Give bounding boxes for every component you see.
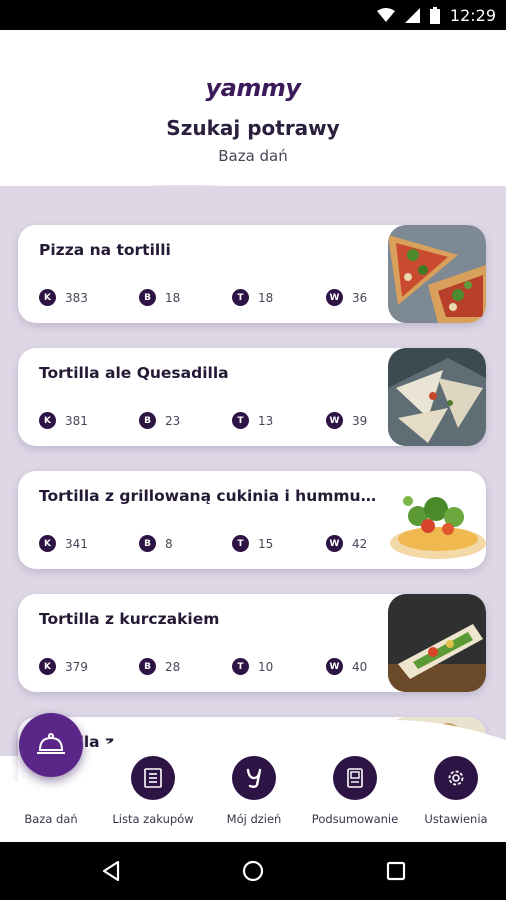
protein-badge: B: [139, 289, 156, 306]
nav-label-baza-dan: Baza dań: [24, 812, 78, 826]
fat-badge: T: [232, 289, 249, 306]
calories-badge: K: [39, 412, 56, 429]
fat-badge: T: [232, 412, 249, 429]
calories-value: 379: [65, 659, 88, 674]
carbs-badge: W: [326, 658, 343, 675]
carbs-value: 39: [352, 413, 368, 428]
protein-value: 8: [165, 536, 173, 551]
recipe-card[interactable]: Tortilla ale Quesadilla K 381 B 23 T 13 W 39: [18, 348, 486, 446]
protein-stat: B8: [139, 535, 173, 552]
recipe-name: Tortilla z grillowaną cukinia i hummus..…: [39, 487, 379, 505]
carbs-stat: W 42: [326, 535, 367, 552]
calories-stat: K 381: [39, 412, 88, 429]
protein-stat: B 28: [139, 658, 180, 675]
carbs-badge: W: [326, 535, 343, 552]
yammy-icon: [246, 768, 262, 788]
carbs-value: 36: [352, 290, 368, 305]
nav-label-ustawienia: Ustawienia: [424, 812, 488, 826]
page-title: Szukaj potrawy: [166, 116, 340, 140]
calories-value: 381: [65, 413, 88, 428]
page-header: yammy Szukaj potrawy Baza dań: [0, 30, 506, 195]
battery-icon: [429, 6, 440, 24]
protein-stat: B 18: [139, 289, 180, 306]
recipe-photo: [388, 225, 486, 323]
calories-badge: K: [39, 535, 56, 552]
fat-badge: T: [232, 658, 249, 675]
page-subtitle: Baza dań: [218, 147, 288, 165]
calories-badge: K: [39, 658, 56, 675]
carbs-stat: W 39: [326, 412, 367, 429]
carbs-badge: W: [326, 289, 343, 306]
fat-stat: T 15: [232, 535, 273, 552]
recents-icon[interactable]: [385, 860, 407, 882]
nav-circle: [232, 756, 276, 800]
nav-circle: [333, 756, 377, 800]
recipe-macros: K 379 B 28 T 10 W 40: [39, 658, 389, 678]
nav-label-moj-dzien: Mój dzień: [226, 812, 282, 826]
carbs-value: 42: [352, 536, 368, 551]
back-icon[interactable]: [100, 860, 122, 882]
protein-stat: B 23: [139, 412, 180, 429]
fat-value: 10: [258, 659, 274, 674]
protein-value: 23: [165, 413, 181, 428]
carbs-stat: W 40: [326, 658, 367, 675]
calories-badge: K: [39, 289, 56, 306]
recipe-name: Tortilla ale Quesadilla: [39, 364, 229, 382]
carbs-value: 40: [352, 659, 368, 674]
recipe-photo: [388, 471, 486, 569]
fat-value: 15: [258, 536, 274, 551]
carbs-badge: W: [326, 412, 343, 429]
fat-badge: T: [232, 535, 249, 552]
fat-value: 13: [258, 413, 274, 428]
recipe-macros: K 341 B8 T 15 W 42: [39, 535, 389, 555]
calories-stat: K 379: [39, 658, 88, 675]
recipe-name: Pizza na tortilli: [39, 241, 171, 259]
recipe-macros: K 381 B 23 T 13 W 39: [39, 412, 389, 432]
recipe-card[interactable]: Tortilla z kurczakiem K 379 B 28 T 10 W 40: [18, 594, 486, 692]
status-time: 12:29: [449, 5, 496, 25]
wifi-icon: [376, 8, 395, 22]
calories-value: 341: [65, 536, 88, 551]
protein-value: 18: [165, 290, 181, 305]
protein-badge: B: [139, 535, 156, 552]
fat-value: 18: [258, 290, 274, 305]
recipe-photo: [388, 348, 486, 446]
list-top-wave: [0, 185, 506, 218]
fat-stat: T 18: [232, 289, 273, 306]
recipe-card[interactable]: Pizza na tortilli K 383 B 18 T 18 W 36: [18, 225, 486, 323]
signal-icon: [404, 7, 420, 23]
nav-lista-zakupow-button[interactable]: [103, 756, 203, 800]
cloche-icon: [37, 733, 65, 754]
calories-stat: K 383: [39, 289, 88, 306]
fat-stat: T 10: [232, 658, 273, 675]
status-bar: 12:29: [0, 0, 506, 30]
calories-value: 383: [65, 290, 88, 305]
nav-ustawienia-button[interactable]: [406, 756, 506, 800]
nav-podsumowanie-button[interactable]: [305, 756, 405, 800]
recipe-macros: K 383 B 18 T 18 W 36: [39, 289, 389, 309]
nav-circle: [131, 756, 175, 800]
recipe-name: Tortilla z kurczakiem: [39, 610, 220, 628]
recipe-card[interactable]: Tortilla z grillowaną cukinia i hummus..…: [18, 471, 486, 569]
gear-icon: [448, 770, 464, 786]
nav-circle: [434, 756, 478, 800]
summary-icon: [347, 768, 363, 788]
protein-badge: B: [139, 658, 156, 675]
nav-moj-dzien-button[interactable]: [204, 756, 304, 800]
nav-bazadan-button[interactable]: [19, 713, 83, 777]
list-icon: [144, 768, 162, 788]
protein-value: 28: [165, 659, 181, 674]
recipe-photo: [388, 594, 486, 692]
nav-label-lista-zakupow: Lista zakupów: [112, 812, 194, 826]
system-nav-bar: [0, 842, 506, 900]
nav-label-podsumowanie: Podsumowanie: [311, 812, 399, 826]
fat-stat: T 13: [232, 412, 273, 429]
calories-stat: K 341: [39, 535, 88, 552]
carbs-stat: W 36: [326, 289, 367, 306]
home-icon[interactable]: [242, 860, 264, 882]
protein-badge: B: [139, 412, 156, 429]
app-logo: yammy: [205, 74, 302, 102]
